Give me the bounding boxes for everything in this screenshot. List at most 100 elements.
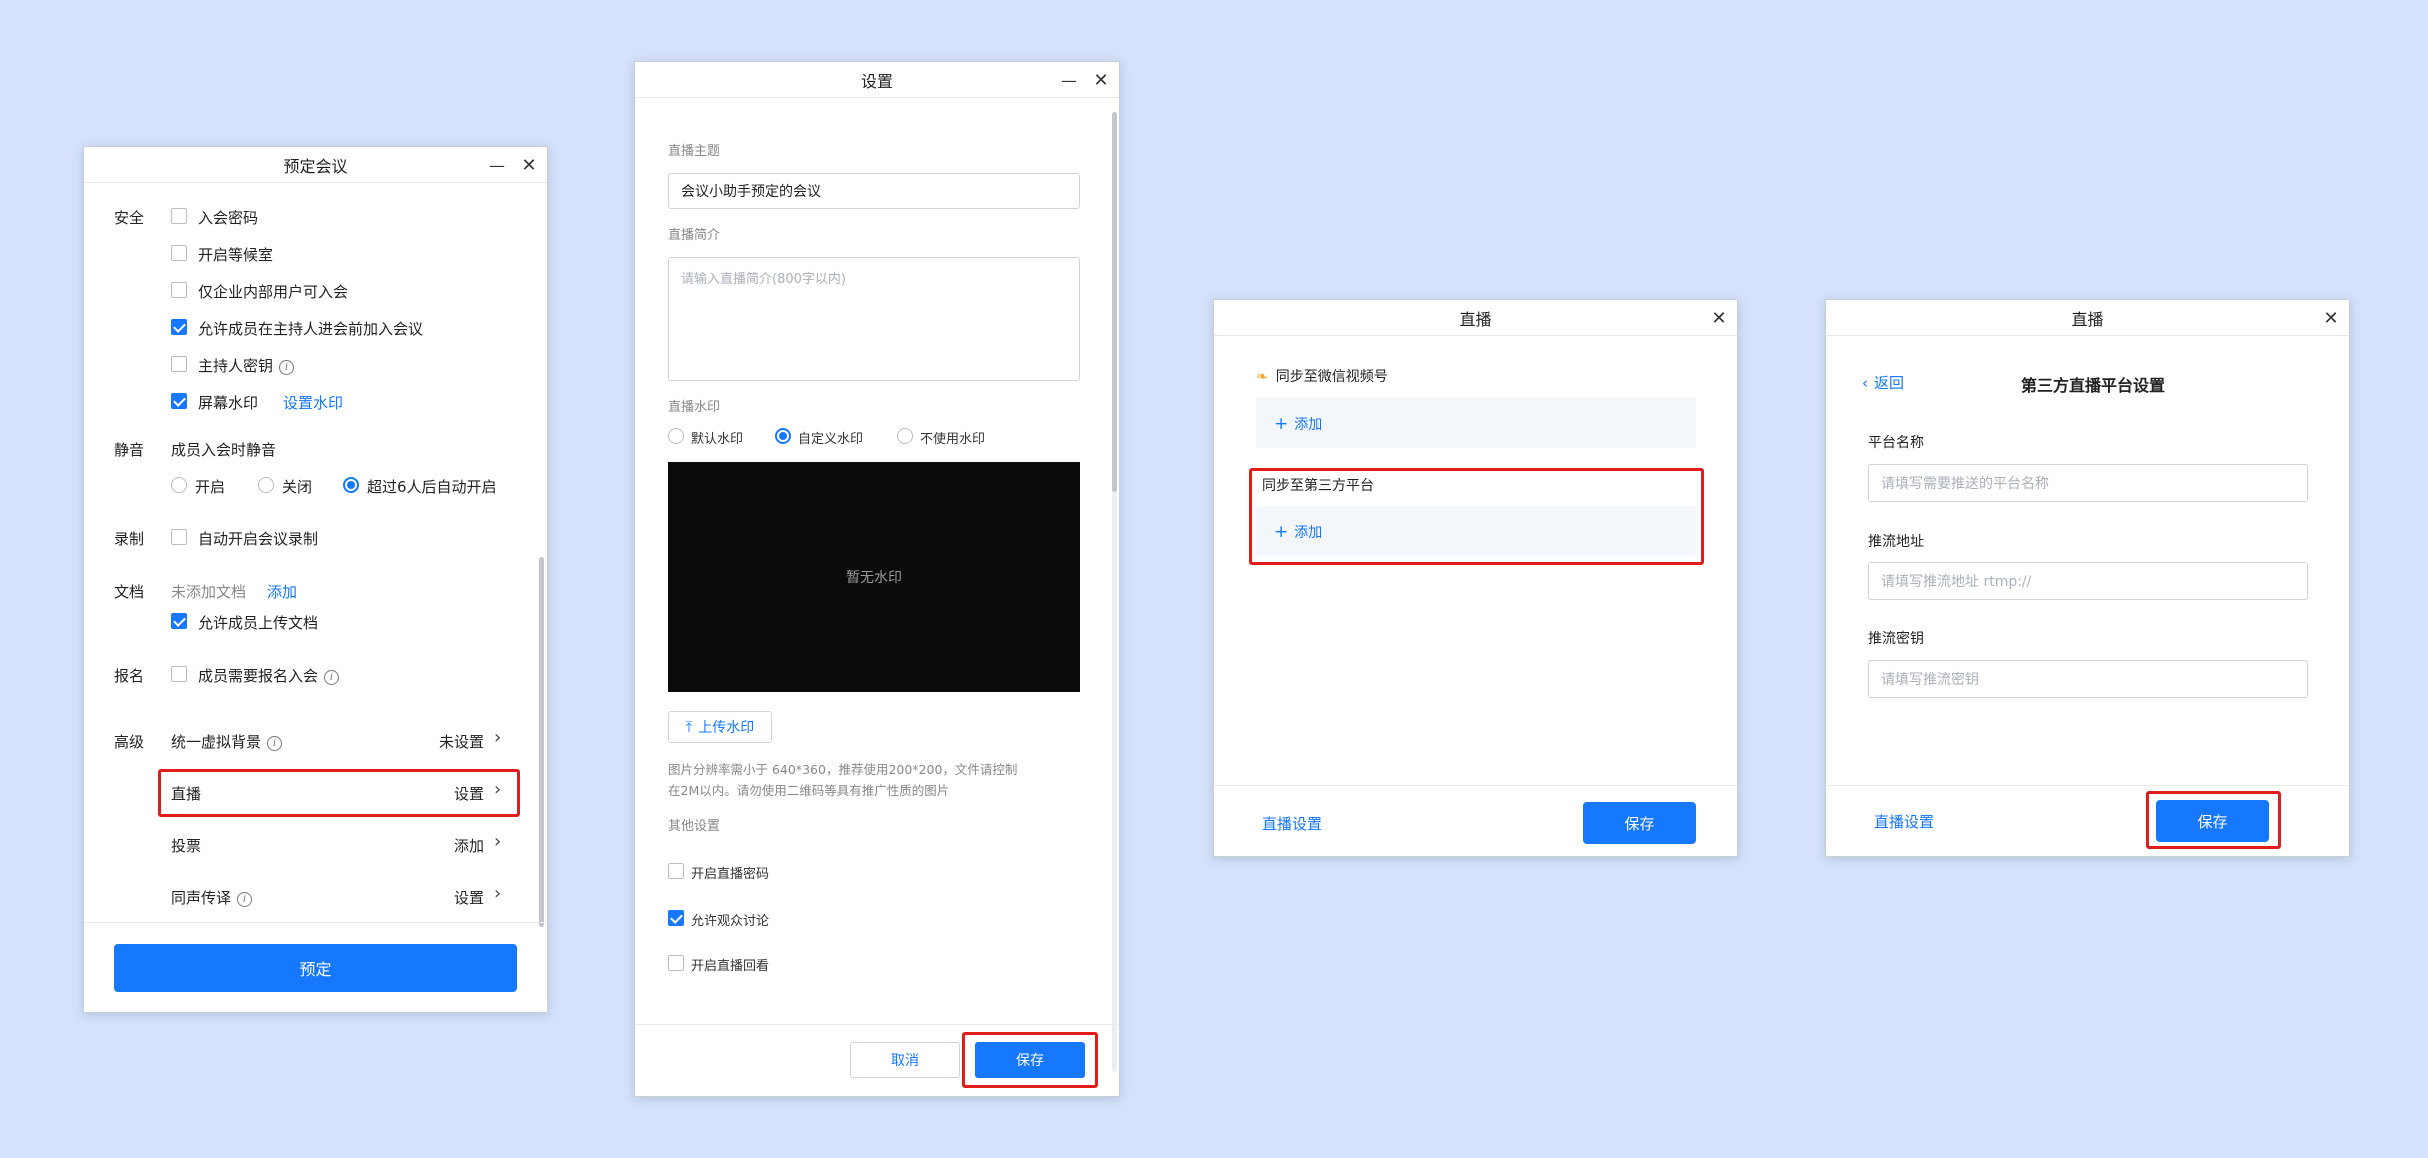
wechat-add-button[interactable]: + 添加 bbox=[1274, 414, 1322, 434]
booking-titlebar: 预定会议 — ✕ bbox=[84, 147, 547, 183]
upload-label: 上传水印 bbox=[698, 720, 755, 736]
platform-name-input[interactable]: 请填写需要推送的平台名称 bbox=[1868, 464, 2308, 502]
label-live-password: 开启直播密码 bbox=[691, 867, 770, 882]
checkbox-live-replay[interactable] bbox=[668, 955, 684, 971]
close-icon[interactable]: ✕ bbox=[2323, 308, 2339, 329]
section-advanced: 高级 bbox=[114, 733, 145, 751]
radio-mute-auto[interactable] bbox=[343, 477, 359, 493]
checkbox-live-password[interactable] bbox=[668, 863, 684, 879]
section-mute: 静音 bbox=[114, 441, 145, 459]
push-key-label: 推流密钥 bbox=[1868, 631, 1924, 647]
label-auto-record: 自动开启会议录制 bbox=[198, 530, 319, 548]
scrollbar-thumb[interactable] bbox=[539, 557, 544, 927]
booking-window: 预定会议 — ✕ 安全 入会密码 开启等候室 仅企业内部用户可入会 允许成员在主… bbox=[83, 146, 548, 1013]
push-key-input[interactable]: 请填写推流密钥 bbox=[1868, 660, 2308, 698]
live-title: 直播 bbox=[1459, 309, 1492, 329]
label-mute-off: 关闭 bbox=[282, 478, 313, 496]
scrollbar[interactable] bbox=[539, 557, 544, 927]
info-icon[interactable]: i bbox=[279, 360, 295, 375]
chevron-left-icon: ‹ bbox=[1862, 374, 1868, 392]
live-settings-link[interactable]: 直播设置 bbox=[1262, 813, 1322, 834]
checkbox-screen-watermark[interactable] bbox=[171, 393, 187, 409]
checkbox-require-signup[interactable] bbox=[171, 666, 187, 682]
checkbox-allow-discussion[interactable] bbox=[668, 910, 684, 926]
upload-hint-line2: 在2M以内。请勿使用二维码等具有推广性质的图片 bbox=[668, 783, 950, 798]
watermark-label: 直播水印 bbox=[668, 400, 721, 415]
live-window: 直播 ✕ ❧ 同步至微信视频号 + 添加 同步至第三方平台 + 添加 直播设置 保存 bbox=[1213, 299, 1738, 857]
label-default-watermark: 默认水印 bbox=[691, 432, 744, 447]
scrollbar-thumb[interactable] bbox=[1112, 112, 1117, 492]
book-button[interactable]: 预定 bbox=[114, 944, 517, 992]
intro-textarea[interactable]: 请输入直播简介(800字以内) bbox=[668, 257, 1080, 381]
close-icon[interactable]: ✕ bbox=[1093, 70, 1109, 91]
chevron-right-icon[interactable]: › bbox=[494, 727, 501, 748]
live-titlebar: 直播 ✕ bbox=[1214, 300, 1737, 336]
checkbox-waiting-room[interactable] bbox=[171, 245, 187, 261]
section-record: 录制 bbox=[114, 530, 145, 548]
label-live-replay: 开启直播回看 bbox=[691, 959, 770, 974]
checkbox-meeting-password[interactable] bbox=[171, 208, 187, 224]
third-party-titlebar: 直播 ✕ bbox=[1826, 300, 2349, 336]
third-party-title: 直播 bbox=[2071, 309, 2104, 329]
minimize-icon[interactable]: — bbox=[489, 156, 505, 175]
checkbox-join-before-host[interactable] bbox=[171, 319, 187, 335]
back-link[interactable]: ‹ 返回 bbox=[1862, 372, 1904, 393]
checkbox-allow-upload[interactable] bbox=[171, 613, 187, 629]
checkbox-host-key[interactable] bbox=[171, 356, 187, 372]
label-mute-on: 开启 bbox=[195, 478, 226, 496]
topic-input[interactable]: 会议小助手预定的会议 bbox=[668, 173, 1080, 209]
label-meeting-password: 入会密码 bbox=[198, 209, 259, 227]
wechat-channels-icon: ❧ bbox=[1256, 369, 1268, 385]
cancel-button[interactable]: 取消 bbox=[850, 1042, 960, 1078]
label-waiting-room: 开启等候室 bbox=[198, 246, 274, 264]
close-icon[interactable]: ✕ bbox=[1711, 308, 1727, 329]
label-screen-watermark: 屏幕水印 bbox=[198, 394, 259, 412]
checkbox-internal-only[interactable] bbox=[171, 282, 187, 298]
label-no-watermark: 不使用水印 bbox=[920, 432, 986, 447]
wechat-sync-label: ❧ 同步至微信视频号 bbox=[1256, 369, 1388, 385]
label-allow-upload: 允许成员上传文档 bbox=[198, 614, 319, 632]
label-allow-discussion: 允许观众讨论 bbox=[691, 914, 770, 929]
vote-row-label[interactable]: 投票 bbox=[171, 835, 201, 856]
radio-mute-on[interactable] bbox=[171, 477, 187, 493]
vote-row-value[interactable]: 添加 bbox=[454, 835, 484, 856]
section-docs: 文档 bbox=[114, 583, 145, 601]
live-settings-link[interactable]: 直播设置 bbox=[1874, 811, 1934, 832]
highlight-third-party bbox=[1249, 468, 1704, 565]
scrollbar[interactable] bbox=[1112, 112, 1117, 1072]
radio-mute-off[interactable] bbox=[258, 477, 274, 493]
save-button[interactable]: 保存 bbox=[1583, 802, 1696, 844]
close-icon[interactable]: ✕ bbox=[521, 155, 537, 176]
label-internal-only: 仅企业内部用户可入会 bbox=[198, 283, 349, 301]
checkbox-auto-record[interactable] bbox=[171, 529, 187, 545]
docs-add-link[interactable]: 添加 bbox=[267, 581, 297, 602]
radio-default-watermark[interactable] bbox=[668, 428, 684, 444]
info-icon[interactable]: i bbox=[237, 892, 253, 907]
label-host-key: 主持人密钥 i bbox=[198, 355, 295, 376]
label-mute-auto: 超过6人后自动开启 bbox=[367, 478, 497, 496]
settings-title: 设置 bbox=[860, 71, 893, 91]
info-icon[interactable]: i bbox=[267, 736, 283, 751]
chevron-right-icon[interactable]: › bbox=[494, 883, 501, 904]
set-watermark-link[interactable]: 设置水印 bbox=[283, 392, 343, 413]
upload-hint-line1: 图片分辨率需小于 640*360，推荐使用200*200，文件请控制 bbox=[668, 762, 1018, 777]
radio-no-watermark[interactable] bbox=[897, 428, 913, 444]
push-url-input[interactable]: 请填写推流地址 rtmp:// bbox=[1868, 562, 2308, 600]
interpretation-row-value[interactable]: 设置 bbox=[454, 887, 484, 908]
label-join-before-host: 允许成员在主持人进会前加入会议 bbox=[198, 320, 424, 338]
label-mute-on-join: 成员入会时静音 bbox=[171, 441, 277, 459]
radio-custom-watermark[interactable] bbox=[775, 428, 791, 444]
section-signup: 报名 bbox=[114, 667, 145, 685]
chevron-right-icon[interactable]: › bbox=[494, 831, 501, 852]
docs-status: 未添加文档 bbox=[171, 583, 247, 601]
preview-empty-text: 暂无水印 bbox=[846, 570, 902, 586]
virtual-bg-value[interactable]: 未设置 bbox=[439, 731, 484, 752]
upload-watermark-button[interactable]: ⤒ 上传水印 bbox=[668, 711, 772, 743]
label-require-signup: 成员需要报名入会 i bbox=[198, 665, 340, 686]
third-party-window: 直播 ✕ ‹ 返回 第三方直播平台设置 平台名称 请填写需要推送的平台名称 推流地… bbox=[1825, 299, 2350, 857]
minimize-icon[interactable]: — bbox=[1061, 71, 1077, 90]
watermark-preview: 暂无水印 bbox=[668, 462, 1080, 692]
interpretation-row-label[interactable]: 同声传译 i bbox=[171, 887, 253, 908]
plus-icon: + bbox=[1274, 414, 1289, 434]
info-icon[interactable]: i bbox=[324, 670, 340, 685]
